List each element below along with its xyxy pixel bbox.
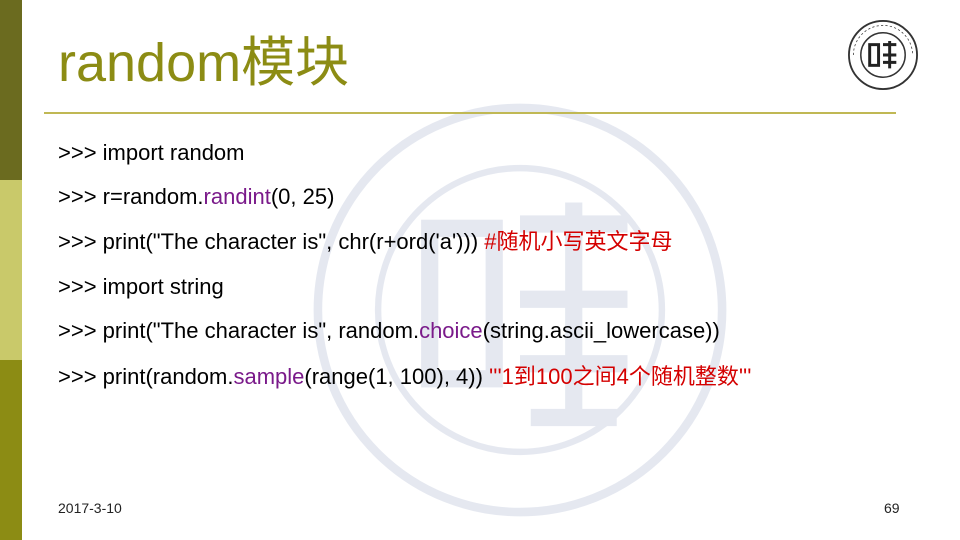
sidebar-stripe-middle xyxy=(0,180,22,360)
function-name: sample xyxy=(233,364,305,389)
code-text: (range(1, 100), 4)) xyxy=(304,364,490,389)
fudan-university-seal-icon xyxy=(848,20,918,90)
code-line-2: >>> r=random.randint(0, 25) xyxy=(58,186,334,208)
page-number: 69 xyxy=(884,500,900,516)
code-text: >>> print("The character is", random. xyxy=(58,318,420,343)
code-text: (0, 25) xyxy=(270,184,335,209)
slide-title: random模块 xyxy=(58,33,350,93)
code-line-5: >>> print("The character is", random.cho… xyxy=(58,320,720,342)
code-text: >>> print(random. xyxy=(58,364,234,389)
function-name: randint xyxy=(203,184,271,209)
code-text: (string.ascii_lowercase)) xyxy=(482,318,720,343)
function-name: choice xyxy=(419,318,483,343)
code-comment: '''1到100之间4个随机整数''' xyxy=(489,364,752,389)
title-underline xyxy=(44,112,896,114)
code-line-4: >>> import string xyxy=(58,276,224,298)
code-text: >>> print("The character is", chr(r+ord(… xyxy=(58,229,485,254)
fudan-university-seal-watermark-icon xyxy=(313,103,727,517)
code-line-6: >>> print(random.sample(range(1, 100), 4… xyxy=(58,366,751,388)
code-text: >>> import string xyxy=(58,274,224,299)
sidebar-stripe-top xyxy=(0,0,22,180)
code-text: >>> r=random. xyxy=(58,184,204,209)
slide-date: 2017-3-10 xyxy=(58,500,122,516)
code-comment: #随机小写英文字母 xyxy=(484,229,673,254)
code-line-1: >>> import random xyxy=(58,142,244,164)
code-text: >>> import random xyxy=(58,140,245,165)
code-line-3: >>> print("The character is", chr(r+ord(… xyxy=(58,231,673,253)
sidebar-stripe-bottom xyxy=(0,360,22,540)
